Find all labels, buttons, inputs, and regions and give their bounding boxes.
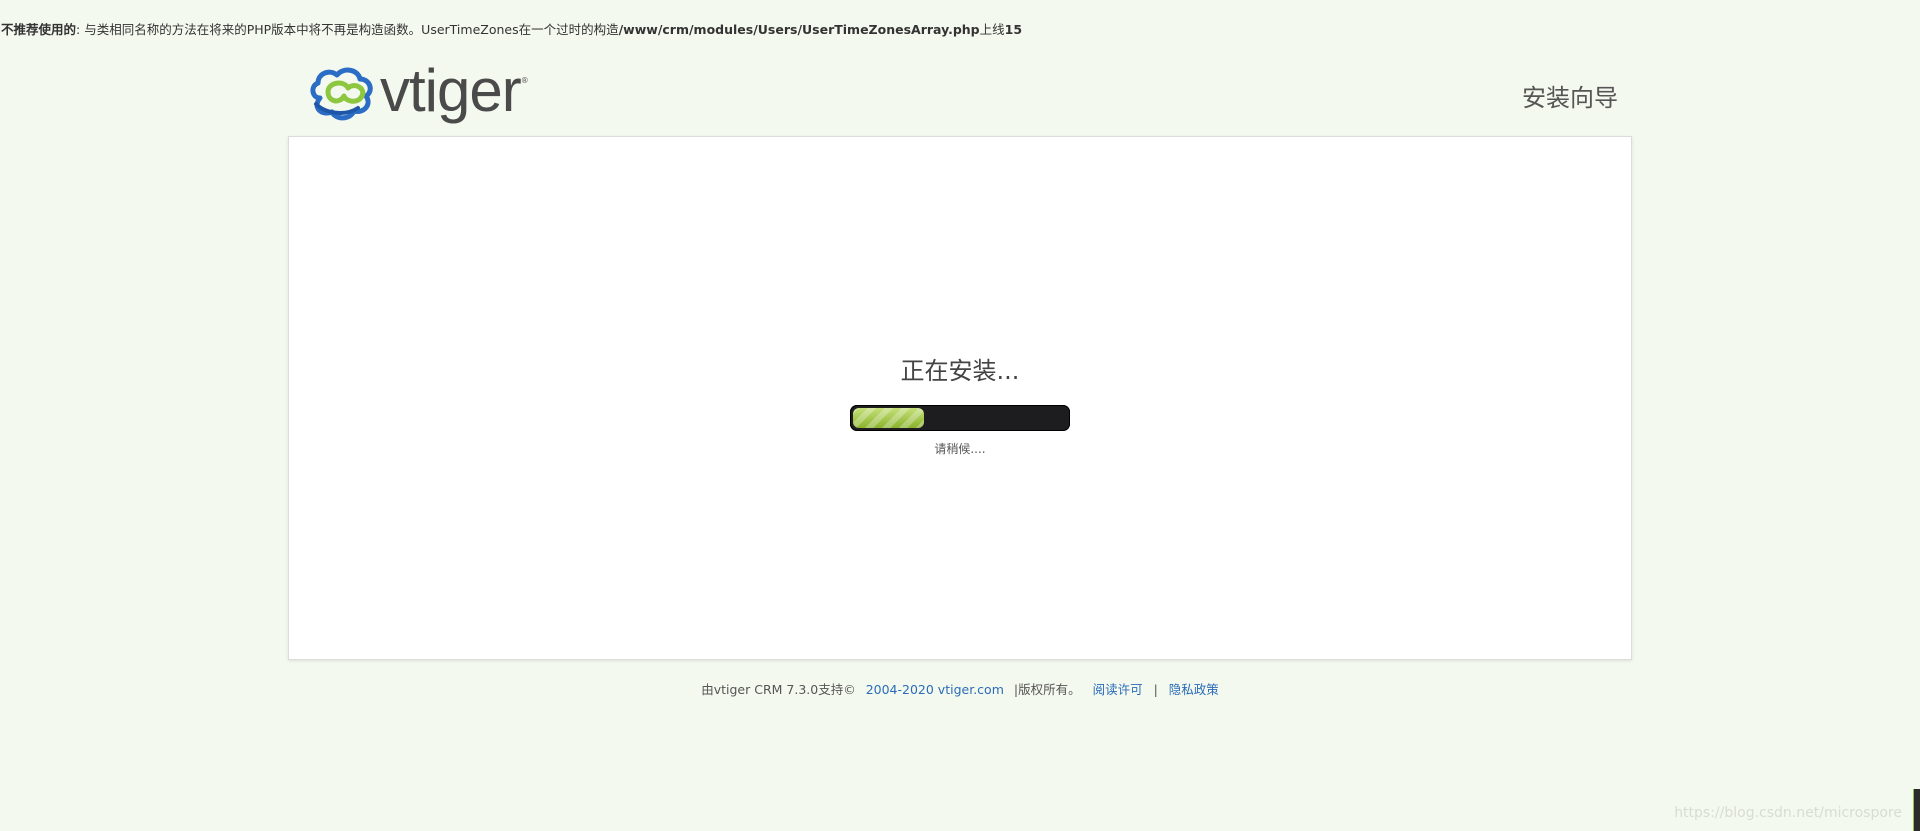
vtiger-logo: vtiger ® [306, 57, 529, 126]
deprecation-notice: 不推荐使用的: 与类相同名称的方法在将来的PHP版本中将不再是构造函数。User… [1, 19, 1022, 38]
logo-registered-mark: ® [520, 76, 529, 85]
notice-label: 不推荐使用的 [1, 22, 77, 37]
footer-separator: | [1153, 682, 1158, 697]
please-wait-text: 请稍候.... [934, 442, 986, 456]
installing-title: 正在安装... [900, 357, 1020, 385]
page-header: vtiger ® 安装向导 [288, 58, 1632, 138]
notice-line-prefix: 上线 [979, 22, 1005, 37]
notice-path: /www/crm/modules/Users/UserTimeZonesArra… [618, 22, 980, 37]
wizard-title: 安装向导 [1522, 84, 1618, 112]
watermark-text: https://blog.csdn.net/microspore [1674, 805, 1902, 821]
notice-message: : 与类相同名称的方法在将来的PHP版本中将不再是构造函数。UserTimeZo… [76, 22, 619, 37]
install-progress-bar [850, 405, 1070, 431]
vtiger-cloud-icon [310, 67, 373, 121]
install-panel: 正在安装... 请稍候.... [288, 136, 1632, 660]
rights-text: |版权所有。 [1013, 682, 1081, 697]
page-footer: 由vtiger CRM 7.3.0支持© 2004-2020 vtiger.co… [0, 679, 1920, 698]
powered-by-text: 由vtiger CRM 7.3.0支持© [701, 682, 856, 697]
read-license-link[interactable]: 阅读许可 [1093, 682, 1143, 697]
copyright-link[interactable]: 2004-2020 vtiger.com [866, 682, 1004, 697]
notice-line-number: 15 [1004, 22, 1023, 37]
progress-fill [853, 408, 924, 428]
privacy-policy-link[interactable]: 隐私政策 [1169, 682, 1219, 697]
logo-text: vtiger [380, 57, 522, 124]
scrollbar-thumb[interactable] [1913, 789, 1920, 831]
